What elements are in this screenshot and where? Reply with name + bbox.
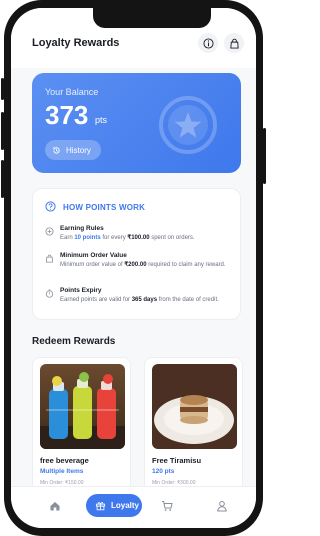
rule-description: Earned points are valid for 365 days fro… bbox=[60, 297, 219, 303]
history-icon bbox=[53, 146, 60, 154]
volume-up-button bbox=[1, 112, 4, 150]
info-button[interactable] bbox=[198, 33, 218, 53]
nav-cart[interactable] bbox=[161, 499, 173, 517]
mute-switch bbox=[1, 78, 4, 100]
question-icon bbox=[45, 201, 56, 212]
beverage-image bbox=[40, 364, 125, 449]
info-icon bbox=[202, 37, 214, 49]
nav-profile[interactable] bbox=[216, 499, 228, 517]
nav-loyalty-label: Loyalty bbox=[111, 501, 140, 510]
how-points-work-title: HOW POINTS WORK bbox=[63, 203, 146, 212]
reward-name: free beverage bbox=[40, 456, 89, 465]
notch bbox=[93, 8, 211, 28]
reward-card-free-beverage[interactable]: free beverage Multiple Items Min Order: … bbox=[32, 357, 131, 502]
volume-down-button bbox=[1, 160, 4, 198]
bottom-navigation: Loyalty bbox=[11, 486, 256, 528]
balance-unit: pts bbox=[95, 115, 108, 125]
plus-circle-icon bbox=[45, 227, 54, 236]
rule-title: Minimum Order Value bbox=[60, 252, 127, 259]
nav-home[interactable] bbox=[49, 499, 61, 517]
page-title: Loyalty Rewards bbox=[32, 37, 120, 49]
rule-minimum-order: Minimum Order Value Minimum order value … bbox=[45, 252, 235, 282]
history-label: History bbox=[66, 145, 91, 155]
rule-title: Earning Rules bbox=[60, 225, 104, 232]
reward-card-free-tiramisu[interactable]: Free Tiramisu 120 pts Min Order: ₹300.00 bbox=[144, 357, 243, 502]
home-icon bbox=[50, 502, 60, 511]
history-button[interactable]: History bbox=[45, 140, 101, 160]
rule-earning: Earning Rules Earn 10 points for every ₹… bbox=[45, 225, 235, 253]
tiramisu-image bbox=[152, 364, 237, 449]
nav-loyalty[interactable]: Loyalty bbox=[86, 494, 142, 517]
redeem-rewards-title: Redeem Rewards bbox=[32, 336, 116, 347]
rule-description: Minimum order value of ₹200.00 required … bbox=[60, 262, 226, 268]
balance-amount: 373 bbox=[45, 100, 89, 130]
bag-icon bbox=[46, 254, 53, 263]
shopping-bag-icon bbox=[229, 38, 239, 49]
rule-description: Earn 10 points for every ₹100.00 spent o… bbox=[60, 235, 195, 241]
power-button bbox=[263, 128, 266, 184]
balance-label: Your Balance bbox=[45, 87, 99, 97]
screen: Loyalty Rewards Your Balance 373 pts His… bbox=[11, 8, 256, 528]
rule-title: Points Expiry bbox=[60, 287, 102, 294]
balance-card: Your Balance 373 pts History bbox=[32, 73, 241, 173]
timer-icon bbox=[45, 289, 54, 298]
profile-icon bbox=[217, 501, 227, 512]
cart-icon bbox=[162, 501, 173, 511]
reward-name: Free Tiramisu bbox=[152, 456, 202, 465]
bag-button[interactable] bbox=[224, 33, 244, 53]
reward-points: Multiple Items bbox=[40, 468, 84, 475]
reward-points: 120 pts bbox=[152, 468, 175, 475]
how-points-work-card: HOW POINTS WORK Earning Rules Earn 10 po… bbox=[32, 188, 241, 320]
star-icon bbox=[159, 96, 217, 154]
phone-frame: Loyalty Rewards Your Balance 373 pts His… bbox=[1, 0, 266, 536]
rule-points-expiry: Points Expiry Earned points are valid fo… bbox=[45, 287, 235, 317]
loyalty-icon bbox=[95, 502, 106, 511]
